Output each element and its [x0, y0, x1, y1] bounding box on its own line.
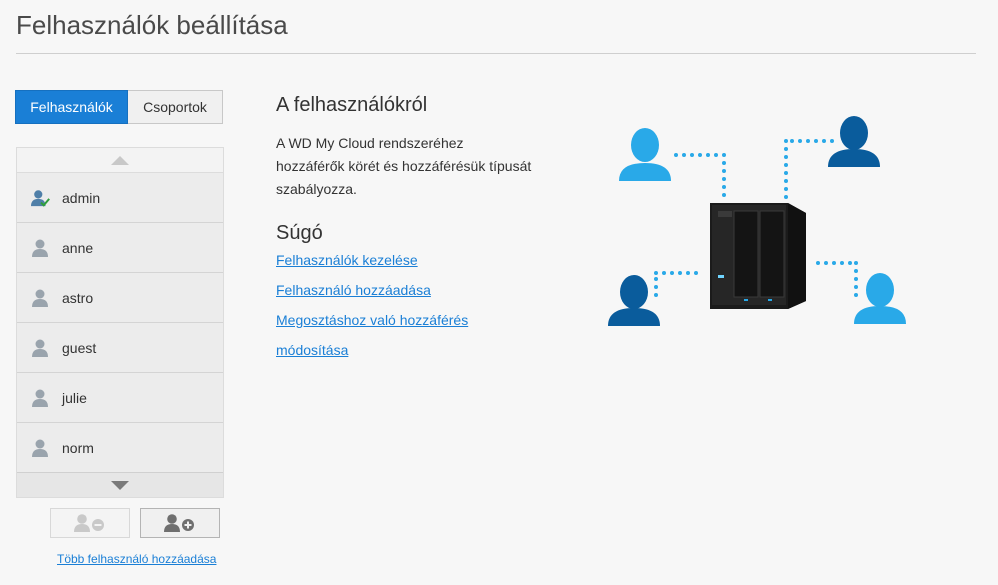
user-figure-bottom-left: [608, 275, 660, 326]
user-item-astro[interactable]: astro: [17, 273, 223, 323]
user-icon: [32, 289, 48, 307]
about-line: hozzáférők körét és hozzáférésük típusát: [276, 158, 532, 174]
user-item-guest[interactable]: guest: [17, 323, 223, 373]
user-icon: [32, 439, 48, 457]
user-item-julie[interactable]: julie: [17, 373, 223, 423]
user-list: admin anne astro guest julie norm: [16, 147, 224, 498]
remove-user-icon: [74, 514, 104, 532]
user-name: astro: [62, 289, 94, 306]
chevron-up-icon: [111, 155, 129, 165]
user-icon: [32, 339, 48, 357]
tab-bar: Felhasználók Csoportok: [15, 90, 223, 124]
nas-device-icon: [710, 203, 806, 309]
admin-user-icon: [31, 189, 50, 207]
scroll-up-button[interactable]: [17, 148, 223, 173]
add-user-icon: [164, 514, 194, 532]
scroll-down-button[interactable]: [17, 472, 223, 497]
add-multiple-users-link[interactable]: Több felhasználó hozzáadása: [57, 552, 216, 566]
chevron-down-icon: [111, 480, 129, 490]
about-line: A WD My Cloud rendszeréhez: [276, 135, 464, 151]
user-figure-top-right: [828, 116, 880, 167]
user-name: guest: [62, 339, 97, 356]
user-icon: [32, 389, 48, 407]
about-title: A felhasználókról: [276, 94, 428, 116]
help-link-share-access[interactable]: Megosztáshoz való hozzáférés: [276, 312, 468, 328]
user-icon: [32, 239, 48, 257]
tab-users[interactable]: Felhasználók: [15, 90, 128, 124]
user-name: admin: [62, 189, 101, 206]
user-item-norm[interactable]: norm: [17, 423, 223, 473]
user-figure-top-left: [619, 128, 671, 181]
help-title: Súgó: [276, 222, 323, 244]
help-link-manage-users[interactable]: Felhasználók kezelése: [276, 252, 418, 268]
title-divider: [16, 53, 976, 54]
users-nas-illustration: [608, 116, 906, 326]
about-description: A WD My Cloud rendszeréhez hozzáférők kö…: [276, 132, 566, 201]
user-name: julie: [62, 389, 87, 406]
user-figure-bottom-right: [854, 273, 906, 324]
add-user-button[interactable]: [140, 508, 220, 538]
user-name: anne: [62, 239, 94, 256]
tab-groups[interactable]: Csoportok: [128, 90, 223, 124]
remove-user-button[interactable]: [50, 508, 130, 538]
user-name: norm: [62, 440, 94, 456]
user-item-anne[interactable]: anne: [17, 223, 223, 273]
user-item-admin[interactable]: admin: [17, 173, 223, 223]
about-line: szabályozza.: [276, 181, 357, 197]
help-link-share-access-cont[interactable]: módosítása: [276, 342, 348, 358]
help-link-add-user[interactable]: Felhasználó hozzáadása: [276, 282, 431, 298]
page-title: Felhasználók beállítása: [16, 10, 288, 40]
